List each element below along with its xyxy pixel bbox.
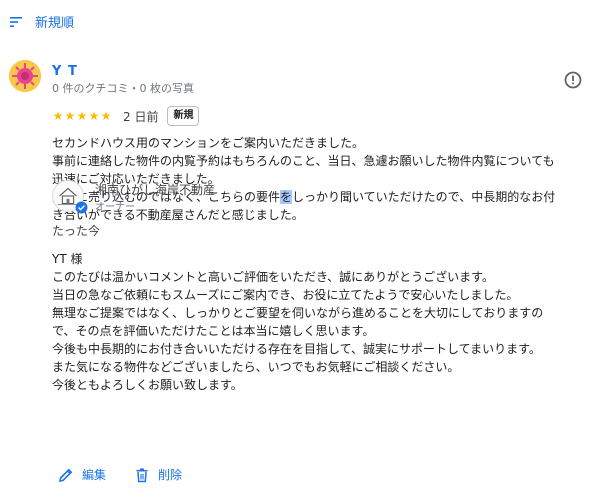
star-icon: ★ <box>100 109 112 123</box>
reply-line: で、その点を評価いただけたことは本当に嬉しく思います。 <box>52 324 375 338</box>
review-line-part: しっかり聞いていただけたので、中長期的なお付 <box>292 190 556 204</box>
avatar-illustration <box>9 60 41 92</box>
reply-time: たった今 <box>52 224 101 238</box>
sort-icon <box>10 16 22 27</box>
review-date: 2 日前 <box>123 109 159 124</box>
owner-name: 湘南ひがし海岸不動産 <box>95 183 216 197</box>
verified-icon <box>75 201 88 214</box>
reply-actions: 編集 削除 <box>58 466 210 483</box>
delete-button[interactable]: 削除 <box>134 466 182 483</box>
review-line: 事前に連絡した物件の内覧予約はもちろんのこと、当日、急遽お願いした物件内覧につい… <box>52 154 555 168</box>
reply-line: 当日の急なご依頼にもスムーズにご案内でき、お役に立てたようで安心いたしました。 <box>52 288 519 302</box>
reply-line: このたびは温かいコメントと高いご評価をいただき、誠にありがとうございます。 <box>52 270 494 284</box>
reply-text: YT 様 このたびは温かいコメントと高いご評価をいただき、誠にありがとうございま… <box>52 250 592 394</box>
sort-button[interactable]: 新規順 <box>9 12 74 31</box>
edit-button[interactable]: 編集 <box>58 466 106 483</box>
pencil-icon <box>58 468 73 482</box>
star-icon: ★ <box>52 109 64 123</box>
review-line: セカンドハウス用のマンションをご案内いただきました。 <box>52 136 365 150</box>
reviewer-meta: 0 件のクチコミ・0 枚の写真 <box>52 82 194 95</box>
reply-line: 今後ともよろしくお願い致します。 <box>52 378 243 392</box>
star-rating: ★★★★★ <box>52 109 112 123</box>
delete-label: 削除 <box>158 468 183 482</box>
reviewer-name[interactable]: Y T <box>52 64 78 79</box>
sort-label: 新規順 <box>35 16 75 31</box>
reply-line: 今後も中長期的にお付き合いいただける存在を目指して、誠実にサポートしてまいります… <box>52 342 541 356</box>
report-icon[interactable] <box>563 70 583 90</box>
star-icon: ★ <box>64 109 76 123</box>
reply-line: 無理なご提案ではなく、しっかりとご要望を伺いながら進めることを大切にしております… <box>52 306 544 320</box>
trash-icon <box>136 468 148 482</box>
reviewer-avatar[interactable] <box>9 60 41 92</box>
edit-label: 編集 <box>82 468 107 482</box>
owner-role: オーナー <box>95 202 135 213</box>
star-icon: ★ <box>76 109 88 123</box>
owner-avatar[interactable] <box>52 180 88 214</box>
star-icon: ★ <box>88 109 100 123</box>
reply-line: YT 様 <box>52 252 83 266</box>
rating-row: ★★★★★ 2 日前 新規 <box>52 106 200 126</box>
reply-line: また気になる物件などございましたら、いつでもお気軽にご相談ください。 <box>52 360 460 374</box>
selected-text: を <box>280 190 293 204</box>
new-badge: 新規 <box>167 106 200 126</box>
